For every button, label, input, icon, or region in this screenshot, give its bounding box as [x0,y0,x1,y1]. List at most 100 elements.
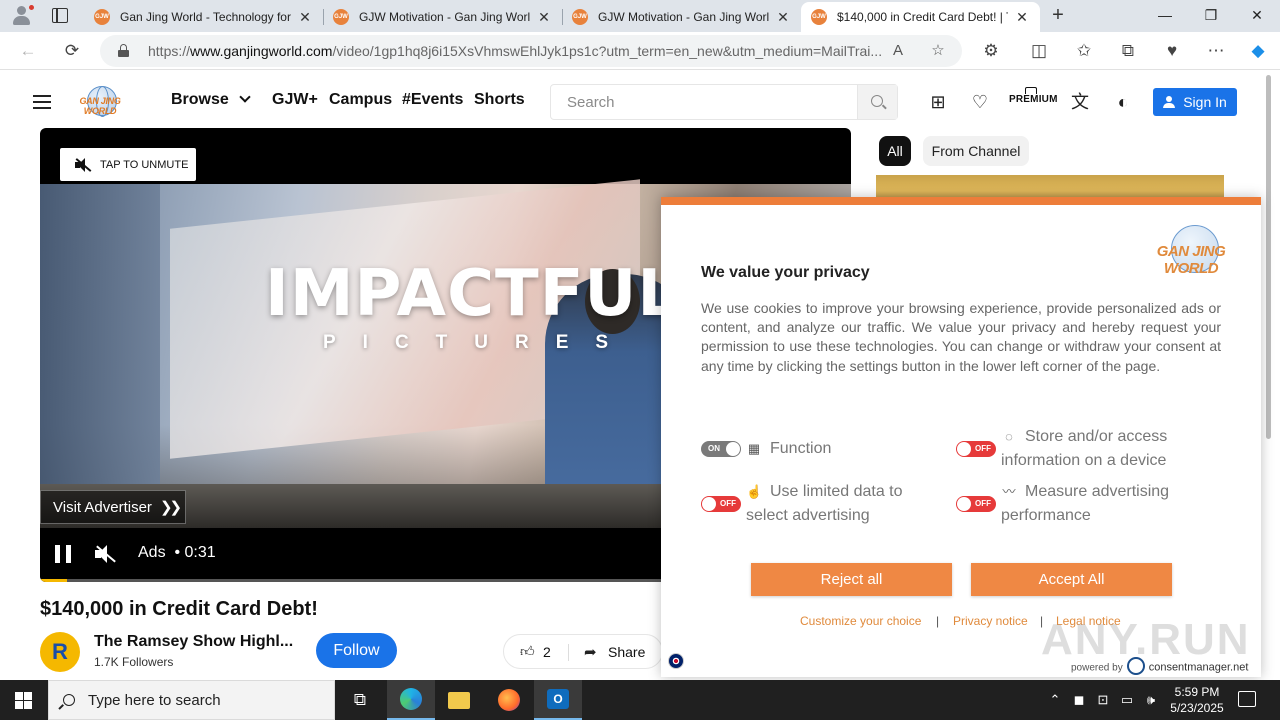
firefox-icon[interactable] [485,680,533,720]
chip-all[interactable]: All [879,136,911,166]
premium-link[interactable]: PREMIUM [1009,87,1058,105]
site-logo[interactable]: GAN JING WORLD [69,84,131,120]
menu-icon[interactable] [33,95,51,109]
file-explorer-icon[interactable] [435,680,483,720]
option-limited-data-label: Use limited data to select advertising [746,483,903,524]
browser-tab-strip: GJW Gan Jing World - Technology for ✕ GJ… [0,0,1280,32]
nav-browse[interactable]: Browse [171,91,251,109]
nav-shorts[interactable]: Shorts [474,91,525,109]
url-text[interactable]: https://www.ganjingworld.com/video/1gp1h… [148,43,883,59]
tab-close-icon[interactable]: ✕ [1014,9,1030,26]
privacy-notice-link[interactable]: Privacy notice [953,614,1028,628]
system-clock[interactable]: 5:59 PM 5/23/2025 [1162,684,1232,716]
chip-from-channel[interactable]: From Channel [923,136,1029,166]
outlook-icon[interactable]: O [534,680,582,720]
extensions-icon[interactable]: ⚙ [980,40,1002,62]
powered-by[interactable]: powered by consentmanager.net [1071,657,1248,677]
browser-tab[interactable]: GJW GJW Motivation - Gan Jing World ✕ [323,2,562,32]
gjw-favicon-icon: GJW [94,9,110,25]
search-input[interactable]: Search [550,84,898,120]
tap-to-unmute-button[interactable]: TAP TO UNMUTE [60,148,196,181]
mute-toggle-icon[interactable] [95,545,116,563]
tab-close-icon[interactable]: ✕ [536,9,552,26]
limited-data-toggle[interactable]: OFF [701,496,741,512]
nav-campus[interactable]: Campus [329,91,392,109]
cookie-consent-dialog: GAN JING WORLD We value your privacy We … [661,197,1261,677]
search-button[interactable] [857,85,897,119]
option-function-label: Function [770,440,832,457]
read-aloud-icon[interactable]: A [888,41,908,61]
network-icon[interactable]: ▭ [1118,692,1136,708]
measure-advertising-toggle[interactable]: OFF [956,496,996,512]
profile-icon[interactable] [8,4,36,28]
nav-gjw-plus[interactable]: GJW+ [272,91,318,109]
ad-brand-subtitle: PICTURES [323,332,636,353]
share-arrow-icon[interactable]: ➦ [584,643,597,661]
tab-close-icon[interactable]: ✕ [297,9,313,26]
consent-logo: GAN JING WORLD [1141,225,1241,277]
like-count: 2 [543,644,551,660]
language-icon[interactable]: 文 [1069,91,1091,113]
browser-tab[interactable]: GJW GJW Motivation - Gan Jing World ✕ [562,2,801,32]
close-window-button[interactable]: ✕ [1246,4,1268,26]
consent-description: We use cookies to improve your browsing … [701,300,1221,374]
split-screen-icon[interactable]: ◫ [1028,40,1050,62]
customize-choice-link[interactable]: Customize your choice [800,614,921,628]
favorite-star-icon[interactable]: ☆ [928,41,948,61]
tab-actions-icon[interactable] [52,8,68,23]
channel-name[interactable]: The Ramsey Show Highl... [94,633,293,651]
performance-icon[interactable]: ♥ [1161,40,1183,62]
nav-events[interactable]: #Events [402,91,463,109]
thumbs-up-icon[interactable]: 👍︎ [520,643,535,660]
tab-title: GJW Motivation - Gan Jing World [359,10,530,24]
double-chevron-icon: ❯❯ [159,499,182,516]
favorites-icon[interactable]: ✩ [1073,40,1095,62]
tab-close-icon[interactable]: ✕ [775,9,791,26]
windows-start-icon[interactable] [15,692,32,709]
lock-icon[interactable] [118,44,129,57]
theme-palette-icon[interactable]: ◐ [1112,91,1134,113]
device-tray-icon[interactable]: ⊡ [1094,692,1112,708]
browser-tab[interactable]: GJW Gan Jing World - Technology for ✕ [84,2,323,32]
follow-button[interactable]: Follow [316,633,397,668]
store-access-toggle[interactable]: OFF [956,441,996,457]
browser-toolbar: ← ⟳ https://www.ganjingworld.com/video/1… [0,32,1280,70]
visit-advertiser-button[interactable]: Visit Advertiser ❯❯ [40,490,186,524]
accept-all-button[interactable]: Accept All [971,563,1172,596]
minimize-button[interactable]: — [1154,4,1176,26]
tab-title: $140,000 in Credit Card Debt! | Th [837,10,1008,24]
copilot-icon[interactable]: ◆ [1247,40,1269,62]
outlook-tray-icon[interactable]: ◼ [1070,692,1088,708]
scrollbar-thumb[interactable] [1266,75,1271,439]
channel-avatar[interactable]: R [40,632,80,672]
refresh-icon[interactable]: ⟳ [61,40,83,62]
pause-icon[interactable] [55,545,72,563]
function-toggle[interactable]: ON [701,441,741,457]
uk-flag-icon[interactable] [668,653,684,669]
option-store-access-label: Store and/or access information on a dev… [1001,428,1168,469]
gjw-favicon-icon: GJW [811,9,827,25]
edge-app-icon[interactable] [387,680,435,720]
tray-overflow-icon[interactable]: ⌃ [1046,692,1064,708]
browser-tab-active[interactable]: GJW $140,000 in Credit Card Debt! | Th ✕ [801,2,1040,32]
ad-brand-title: IMPACTFUL [265,257,680,331]
heart-icon[interactable]: ♡ [969,91,991,113]
taskbar-search-input[interactable]: Type here to search [48,680,335,720]
notification-icon[interactable] [1238,691,1256,707]
share-button[interactable]: Share [608,644,645,660]
restore-button[interactable]: ❐ [1200,4,1222,26]
tab-title: Gan Jing World - Technology for [120,10,291,24]
create-icon[interactable]: ⊞ [927,91,949,113]
search-icon [63,694,75,706]
windows-taskbar: Type here to search ⧉ O ⌃ ◼ ⊡ ▭ 🕪︎ 5:59 … [0,680,1280,720]
back-arrow-icon[interactable]: ← [17,40,39,62]
collections-icon[interactable]: ⧉ [1117,40,1139,62]
address-bar[interactable]: https://www.ganjingworld.com/video/1gp1h… [100,35,962,67]
reject-all-button[interactable]: Reject all [751,563,952,596]
sign-in-button[interactable]: Sign In [1153,88,1237,116]
more-menu-icon[interactable]: ⋯ [1205,40,1227,62]
new-tab-button[interactable]: + [1047,4,1069,26]
chevron-down-icon [239,91,251,103]
task-view-icon[interactable]: ⧉ [336,680,384,720]
volume-icon[interactable]: 🕪︎ [1142,692,1160,708]
